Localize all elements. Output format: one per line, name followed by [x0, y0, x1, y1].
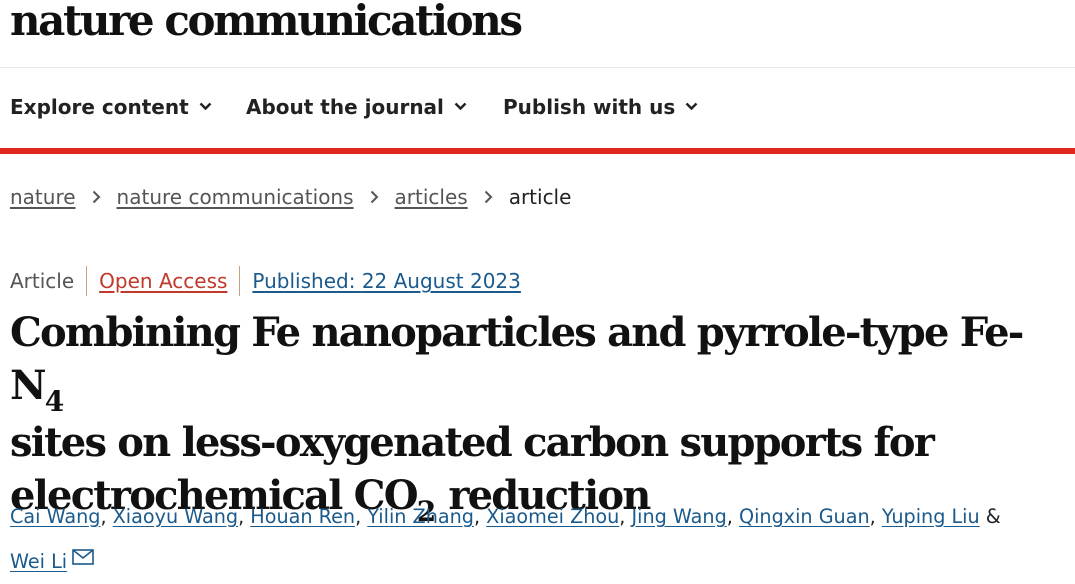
main-nav: Explore content About the journal Publis… — [0, 68, 1075, 154]
published-label: Published: — [252, 269, 356, 293]
breadcrumb: nature nature communications articles ar… — [10, 185, 571, 209]
chevron-right-icon — [370, 190, 378, 204]
title-subscript-4: 4 — [44, 385, 65, 418]
nav-about-journal[interactable]: About the journal — [246, 95, 467, 119]
author-conjunction: & — [985, 505, 1001, 528]
published-date-link[interactable]: Published: 22 August 2023 — [252, 269, 520, 293]
title-line-1: Combining Fe nanoparticles and pyrrole-t… — [10, 309, 1024, 409]
breadcrumb-nature[interactable]: nature — [10, 185, 76, 209]
meta-divider — [86, 266, 88, 296]
author-link[interactable]: Qingxin Guan — [739, 505, 870, 528]
author-link[interactable]: Xiaoyu Wang — [113, 505, 238, 528]
chevron-right-icon — [484, 190, 493, 204]
open-access-link[interactable]: Open Access — [99, 269, 227, 293]
author-link[interactable]: Yilin Zhang — [367, 505, 474, 528]
published-date: 22 August 2023 — [361, 269, 521, 293]
title-line-2: sites on less-oxygenated carbon supports… — [10, 419, 935, 466]
nav-item-label: About the journal — [246, 95, 444, 119]
nav-item-label: Explore content — [10, 95, 189, 119]
chevron-right-icon — [92, 190, 100, 204]
nav-publish-with-us[interactable]: Publish with us — [503, 95, 698, 119]
author-link[interactable]: Yuping Liu — [882, 505, 980, 528]
chevron-down-icon — [685, 102, 698, 110]
breadcrumb-articles[interactable]: articles — [395, 185, 468, 209]
article-meta: Article Open Access Published: 22 August… — [10, 266, 521, 296]
chevron-down-icon — [199, 102, 211, 110]
breadcrumb-current: article — [508, 185, 572, 209]
author-link[interactable]: Jing Wang — [631, 505, 726, 528]
author-link[interactable]: Cai Wang — [10, 505, 100, 528]
article-title: Combining Fe nanoparticles and pyrrole-t… — [10, 306, 1070, 528]
author-link[interactable]: Houan Ren — [250, 505, 355, 528]
author-link[interactable]: Xiaomei Zhou — [486, 505, 619, 528]
nav-explore-content[interactable]: Explore content — [10, 95, 212, 119]
article-type: Article — [10, 269, 75, 293]
breadcrumb-nature-communications[interactable]: nature communications — [117, 185, 354, 209]
author-link-corresponding[interactable]: Wei Li — [10, 550, 67, 573]
meta-divider — [239, 266, 241, 296]
envelope-icon[interactable] — [72, 548, 94, 565]
journal-logo[interactable]: nature communications — [10, 0, 523, 45]
author-list: Cai Wang, Xiaoyu Wang, Houan Ren, Yilin … — [10, 505, 1001, 573]
nav-item-label: Publish with us — [503, 95, 676, 119]
chevron-down-icon — [454, 102, 467, 110]
site-header: nature communications — [0, 0, 1075, 68]
